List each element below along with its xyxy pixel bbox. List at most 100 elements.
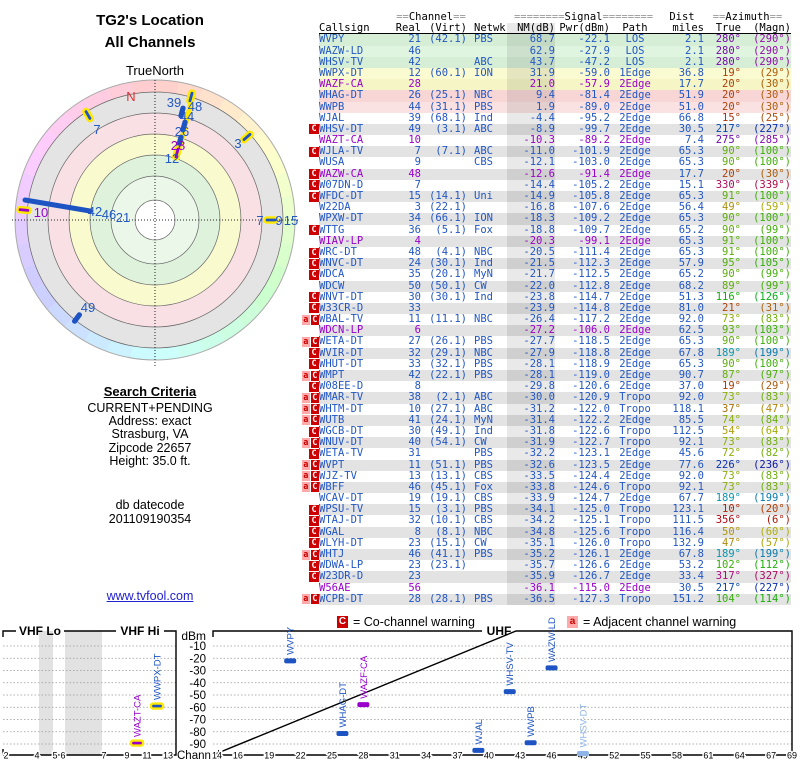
cell-power: -22.1 xyxy=(578,33,610,46)
warning-markers: aC xyxy=(302,392,319,403)
cell-virtual-channel: (42.1) xyxy=(429,33,467,46)
cell-virtual-channel xyxy=(421,46,467,57)
warning-markers: aC xyxy=(302,549,319,560)
station-channel-label: 9 xyxy=(275,213,282,228)
cell-power: -123.1 xyxy=(572,447,610,460)
cell-virtual-channel: (23.1) xyxy=(429,559,467,572)
channel-tick-label: 61 xyxy=(703,751,713,761)
tvfool-link[interactable]: www.tvfool.com xyxy=(107,589,194,603)
dbm-tick-label: -20 xyxy=(189,653,206,665)
warning-markers: C xyxy=(302,247,319,258)
cell-callsign: W23DR-D xyxy=(319,570,364,583)
cell-callsign: WDCW xyxy=(319,279,345,292)
warning-markers: C xyxy=(302,303,319,314)
cell-network: CBS xyxy=(474,156,493,169)
cell-real-channel: 27 xyxy=(408,335,421,348)
cell-real-channel: 50 xyxy=(408,279,421,292)
table-row: C WETA-TV 31 PBS -32.2 -123.1 2Edge 45.6 72° (82°… xyxy=(302,447,798,460)
chart-station-label: WWPB xyxy=(526,706,537,737)
co-channel-warning-icon: C xyxy=(310,370,319,381)
cell-azimuth-true: 90° xyxy=(722,268,741,281)
warning-markers: C xyxy=(302,348,319,359)
cell-distance: 2.1 xyxy=(685,33,704,46)
cell-callsign: WTAJ-DT xyxy=(319,514,364,527)
warning-markers: aC xyxy=(302,336,319,348)
warning-markers: C xyxy=(302,381,319,392)
co-channel-warning-icon: C xyxy=(309,504,319,515)
cell-path: Tropo xyxy=(619,391,651,404)
warning-markers: aC xyxy=(302,370,319,381)
channel-tick-label: 58 xyxy=(672,751,682,761)
warning-markers xyxy=(302,325,319,336)
cell-network: PBS xyxy=(474,100,493,113)
cell-azimuth-magnetic: (114°) xyxy=(753,592,791,605)
dbm-tick-label: -80 xyxy=(189,727,206,739)
cell-network: PBS xyxy=(474,335,493,348)
warning-markers: C xyxy=(302,258,319,269)
cell-noise-margin: -36.5 xyxy=(507,593,555,605)
cell-azimuth-true: 90° xyxy=(722,335,741,348)
cell-azimuth-true: 73° xyxy=(722,391,741,404)
chart-station-marker xyxy=(149,702,165,710)
cell-virtual-channel: (2.1) xyxy=(435,391,467,404)
warning-markers xyxy=(302,79,319,90)
cell-noise-margin: -35.9 xyxy=(507,571,555,583)
co-channel-warning-icon: C xyxy=(310,392,319,403)
cell-azimuth-magnetic: (30°) xyxy=(759,100,791,113)
north-label: N xyxy=(126,89,135,104)
uhf-label: UHF xyxy=(487,624,512,638)
co-channel-warning-icon: C xyxy=(310,314,319,325)
cell-noise-margin: -18.3 xyxy=(507,213,555,225)
table-row: WDCW 50 (50.1) CW -22.0 -112.8 2Edge 68.2 89° (99… xyxy=(302,279,798,292)
dbm-tick-label: -30 xyxy=(189,666,206,678)
co-channel-warning-icon: C xyxy=(310,460,319,471)
cell-power: -112.5 xyxy=(572,268,610,281)
warning-markers: C xyxy=(302,124,319,135)
channel-tick-label: 28 xyxy=(358,751,368,761)
col-header-magn: (Magn) xyxy=(753,22,791,35)
adjacent-channel-warning-icon: a xyxy=(302,549,310,560)
cell-real-channel: 35 xyxy=(408,268,421,281)
co-channel-warning-icon: C xyxy=(309,381,319,392)
search-criteria-line: Strasburg, VA xyxy=(111,427,189,442)
cell-distance: 111.5 xyxy=(672,514,704,527)
cell-virtual-channel: (50.1) xyxy=(429,279,467,292)
co-channel-warning-icon: C xyxy=(309,560,319,571)
channel-tick-label: 25 xyxy=(327,751,337,761)
warning-markers: C xyxy=(302,515,319,527)
table-row: WPXW-DT 34 (66.1) ION -18.3 -109.2 2Edge 65.3 90… xyxy=(302,212,798,225)
warning-markers xyxy=(302,202,319,213)
page-title: TG2's Location xyxy=(96,12,204,29)
chart-station-label: WAZF-CA xyxy=(359,655,370,699)
channel-tick-label: 6 xyxy=(60,751,65,761)
cell-network: NBC xyxy=(474,313,493,326)
vhf-gap-band xyxy=(65,631,102,755)
chart-station-label: WAZW-LD xyxy=(547,617,558,662)
col-header-true: True xyxy=(715,22,741,35)
station-channel-label: 3 xyxy=(234,136,241,151)
channel-tick-label: 14 xyxy=(212,751,222,761)
cell-virtual-channel: (31.1) xyxy=(429,100,467,113)
adjacent-channel-warning-icon: a xyxy=(302,471,310,482)
db-datecode-value: 201109190354 xyxy=(108,511,192,526)
cell-network xyxy=(467,560,507,571)
chart-station-label: WWPX-DT xyxy=(153,653,164,700)
cell-azimuth-magnetic: (99°) xyxy=(759,279,791,292)
cell-virtual-channel xyxy=(421,169,467,180)
cell-network xyxy=(467,571,507,582)
channel-tick-label: 13 xyxy=(163,751,173,761)
cell-distance: 51.9 xyxy=(678,89,704,102)
warning-markers xyxy=(302,236,319,247)
warning-markers xyxy=(302,493,319,504)
cell-azimuth-true: 90° xyxy=(722,212,741,225)
cell-network: Ind xyxy=(474,424,493,437)
table-row: C WTAJ-DT 32 (10.1) CBS -34.2 -125.1 Tropo 111.5… xyxy=(302,514,798,527)
cell-azimuth-magnetic: (83°) xyxy=(759,391,791,404)
cell-distance: 151.2 xyxy=(672,592,704,605)
warning-markers: C xyxy=(302,191,319,202)
co-channel-warning-icon: C xyxy=(309,225,319,236)
station-channel-label: 7 xyxy=(93,122,100,137)
cell-real-channel: 28 xyxy=(408,592,421,605)
cell-real-channel: 44 xyxy=(408,100,421,113)
warning-markers: C xyxy=(302,426,319,437)
